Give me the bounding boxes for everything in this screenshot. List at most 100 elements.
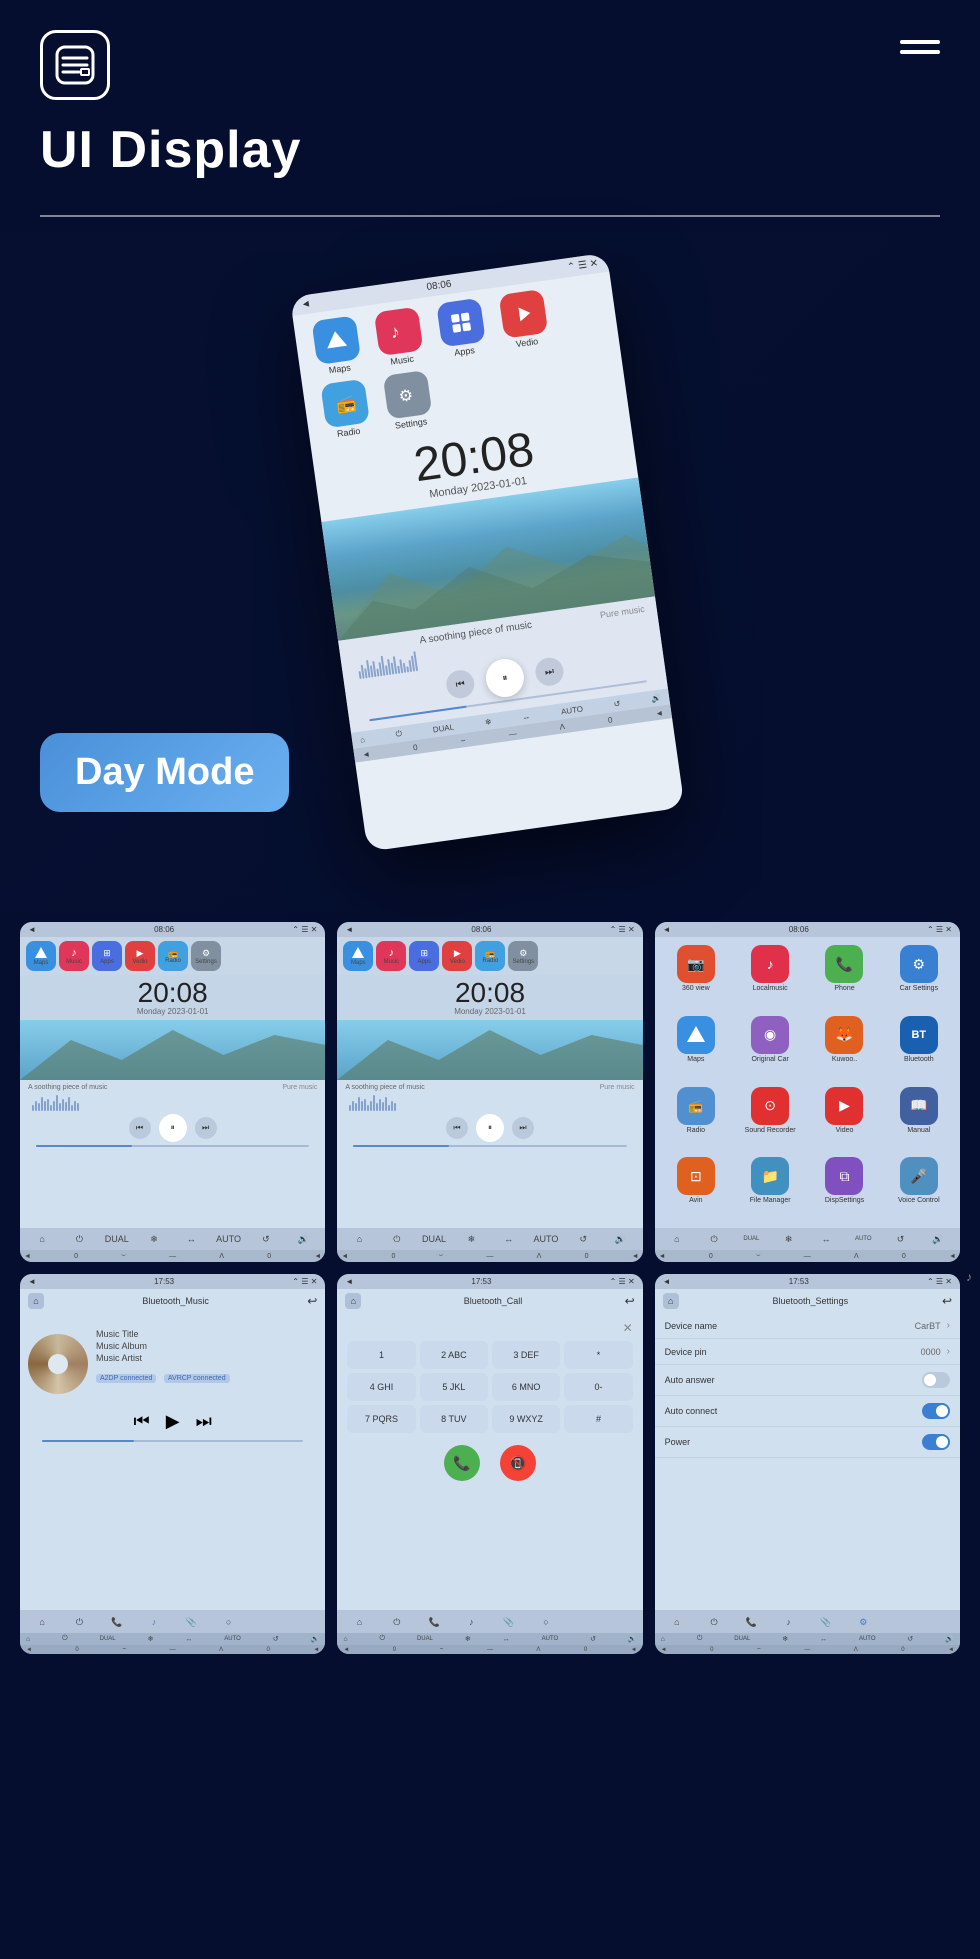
app-originalcar[interactable]: ◉ Original Car bbox=[737, 1016, 803, 1079]
bt-set-bot-settings-active[interactable]: ⚙ bbox=[845, 1613, 881, 1631]
sc1-power[interactable]: ⏻ bbox=[61, 1231, 97, 1247]
bt-bot-circle[interactable]: ○ bbox=[210, 1613, 246, 1631]
bt-call-bot-phone-active[interactable]: 📞 bbox=[416, 1613, 452, 1631]
app-soundrecorder[interactable]: ⊙ Sound Recorder bbox=[737, 1087, 803, 1150]
sc2-radio[interactable]: 📻 Radio bbox=[475, 941, 505, 971]
bt-call-bot-clip[interactable]: 📎 bbox=[490, 1613, 526, 1631]
bt-call-bot-music[interactable]: ♪ bbox=[453, 1613, 489, 1631]
bt-set-bot-phone[interactable]: 📞 bbox=[733, 1613, 769, 1631]
bt-call-bot-circle[interactable]: ○ bbox=[528, 1613, 564, 1631]
auto-answer-toggle[interactable] bbox=[922, 1372, 950, 1388]
app-dispsettings[interactable]: ⧉ DispSettings bbox=[811, 1157, 877, 1220]
sc1-settings[interactable]: ⚙ Settings bbox=[191, 941, 221, 971]
sc1-video[interactable]: ▶ Vedio bbox=[125, 941, 155, 971]
close-icon[interactable]: ✕ bbox=[343, 1319, 636, 1337]
key-4ghi[interactable]: 4 GHI bbox=[347, 1373, 415, 1401]
sc1-maps[interactable]: Maps bbox=[26, 941, 56, 971]
sc3-home[interactable]: ⌂ bbox=[659, 1231, 695, 1247]
sc1-refresh[interactable]: ↺ bbox=[248, 1231, 284, 1247]
app-avin[interactable]: ⊡ Avin bbox=[663, 1157, 729, 1220]
bt-settings-home[interactable]: ⌂ bbox=[663, 1293, 679, 1309]
app-settings[interactable]: ⚙ Settings bbox=[377, 369, 439, 432]
play-pause-button[interactable]: ⏸ bbox=[483, 656, 526, 699]
app-maps2[interactable]: Maps bbox=[663, 1016, 729, 1079]
app-radio[interactable]: 📻 Radio bbox=[314, 378, 376, 441]
sc1-home[interactable]: ⌂ bbox=[24, 1231, 60, 1247]
sc2-prev[interactable]: ⏮ bbox=[446, 1117, 468, 1139]
sc2-ac[interactable]: ❄ bbox=[453, 1231, 489, 1247]
app-carsettings[interactable]: ⚙ Car Settings bbox=[886, 945, 952, 1008]
sc1-music[interactable]: ♪ Music bbox=[59, 941, 89, 971]
app-localmusic[interactable]: ♪ Localmusic bbox=[737, 945, 803, 1008]
bt-bot-music-active[interactable]: ♪ bbox=[136, 1613, 172, 1631]
power-toggle[interactable] bbox=[922, 1434, 950, 1450]
bt-settings-back-icon[interactable]: ↩ bbox=[942, 1294, 952, 1308]
sc1-next[interactable]: ⏭ bbox=[195, 1117, 217, 1139]
device-name-row[interactable]: Device name CarBT › bbox=[655, 1313, 960, 1339]
bt-set-bot-music[interactable]: ♪ bbox=[771, 1613, 807, 1631]
device-pin-row[interactable]: Device pin 0000 › bbox=[655, 1339, 960, 1365]
auto-connect-toggle[interactable] bbox=[922, 1403, 950, 1419]
sc2-home[interactable]: ⌂ bbox=[341, 1231, 377, 1247]
app-voicecontrol[interactable]: 🎤 Voice Control bbox=[886, 1157, 952, 1220]
sc2-settings[interactable]: ⚙ Settings bbox=[508, 941, 538, 971]
sc1-radio[interactable]: 📻 Radio bbox=[158, 941, 188, 971]
sc1-swap[interactable]: ↔ bbox=[173, 1231, 209, 1247]
app-video2[interactable]: ▶ Video bbox=[811, 1087, 877, 1150]
app-video[interactable]: Vedio bbox=[493, 288, 555, 351]
sc1-play[interactable]: ⏸ bbox=[159, 1114, 187, 1142]
app-filemanager[interactable]: 📁 File Manager bbox=[737, 1157, 803, 1220]
sc2-progress[interactable] bbox=[353, 1145, 626, 1147]
sc3-vol[interactable]: 🔊 bbox=[920, 1231, 956, 1247]
bt-bot-phone[interactable]: 📞 bbox=[99, 1613, 135, 1631]
next-button[interactable]: ⏭ bbox=[534, 656, 566, 688]
key-6mno[interactable]: 6 MNO bbox=[492, 1373, 560, 1401]
app-360view[interactable]: 📷 360 view bbox=[663, 945, 729, 1008]
bt-set-bot-home[interactable]: ⌂ bbox=[659, 1613, 695, 1631]
app-kuwoo[interactable]: 🦊 Kuwoo.. bbox=[811, 1016, 877, 1079]
key-5jkl[interactable]: 5 JKL bbox=[420, 1373, 488, 1401]
key-2abc[interactable]: 2 ABC bbox=[420, 1341, 488, 1369]
key-9wxyz[interactable]: 9 WXYZ bbox=[492, 1405, 560, 1433]
bt-home-icon[interactable]: ⌂ bbox=[28, 1293, 44, 1309]
key-star[interactable]: * bbox=[564, 1341, 632, 1369]
sc2-next[interactable]: ⏭ bbox=[512, 1117, 534, 1139]
app-music[interactable]: ♪ Music bbox=[368, 306, 430, 369]
sc2-refresh[interactable]: ↺ bbox=[565, 1231, 601, 1247]
bt-call-back-icon[interactable]: ↩ bbox=[625, 1294, 635, 1308]
bt-set-bot-power[interactable]: ⏻ bbox=[696, 1613, 732, 1631]
sc3-refresh[interactable]: ↺ bbox=[882, 1231, 918, 1247]
app-phone[interactable]: 📞 Phone bbox=[811, 945, 877, 1008]
bt-call-home[interactable]: ⌂ bbox=[345, 1293, 361, 1309]
bt-next-btn[interactable]: ⏭ bbox=[196, 1411, 212, 1432]
app-apps[interactable]: Apps bbox=[430, 297, 492, 360]
app-bluetooth[interactable]: BT Bluetooth bbox=[886, 1016, 952, 1079]
bt-set-bot-clip[interactable]: 📎 bbox=[808, 1613, 844, 1631]
sc3-swap[interactable]: ↔ bbox=[808, 1231, 844, 1247]
prev-button[interactable]: ⏮ bbox=[445, 668, 477, 700]
bt-bot-clip[interactable]: 📎 bbox=[173, 1613, 209, 1631]
key-7pqrs[interactable]: 7 PQRS bbox=[347, 1405, 415, 1433]
app-maps[interactable]: Maps bbox=[305, 315, 367, 378]
app-manual[interactable]: 📖 Manual bbox=[886, 1087, 952, 1150]
key-1[interactable]: 1 bbox=[347, 1341, 415, 1369]
hamburger-menu[interactable] bbox=[900, 40, 940, 54]
key-0dash[interactable]: 0- bbox=[564, 1373, 632, 1401]
answer-call-button[interactable]: 📞 bbox=[444, 1445, 480, 1481]
bt-bot-power[interactable]: ⏻ bbox=[61, 1613, 97, 1631]
sc3-power[interactable]: ⏻ bbox=[696, 1231, 732, 1247]
sc2-music[interactable]: ♪ Music bbox=[376, 941, 406, 971]
app-radio2[interactable]: 📻 Radio bbox=[663, 1087, 729, 1150]
sc1-prev[interactable]: ⏮ bbox=[129, 1117, 151, 1139]
sc2-video[interactable]: ▶ Vedio bbox=[442, 941, 472, 971]
sc1-apps[interactable]: ⊞ Apps bbox=[92, 941, 122, 971]
bt-bot-home[interactable]: ⌂ bbox=[24, 1613, 60, 1631]
sc2-play[interactable]: ⏸ bbox=[476, 1114, 504, 1142]
sc2-power[interactable]: ⏻ bbox=[379, 1231, 415, 1247]
reject-call-button[interactable]: 📵 bbox=[500, 1445, 536, 1481]
bt-progress[interactable] bbox=[42, 1440, 302, 1442]
sc3-ac[interactable]: ❄ bbox=[771, 1231, 807, 1247]
sc2-maps[interactable]: Maps bbox=[343, 941, 373, 971]
sc2-swap[interactable]: ↔ bbox=[490, 1231, 526, 1247]
sc1-vol[interactable]: 🔊 bbox=[285, 1231, 321, 1247]
